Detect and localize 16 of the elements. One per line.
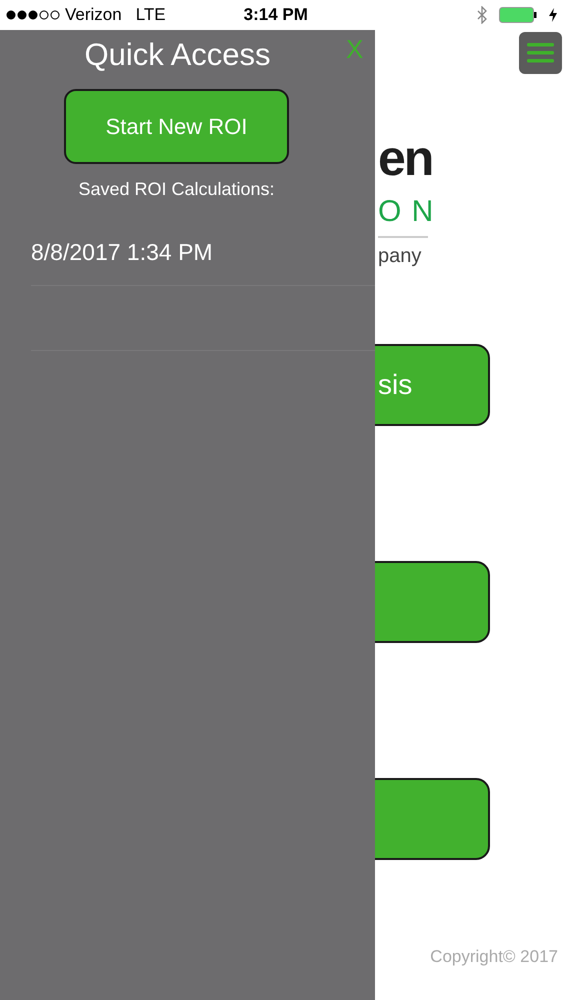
status-time: 3:14 PM — [244, 4, 308, 26]
section-label: Saved ROI Calculations: — [78, 178, 275, 200]
logo-text: en — [378, 130, 432, 186]
logo-text: O N — [378, 194, 434, 230]
saved-calculation-item[interactable]: 8/8/2017 1:34 PM — [31, 235, 213, 270]
battery-icon — [499, 7, 537, 23]
copyright-text: Copyright© 2017 — [430, 946, 558, 968]
charging-icon — [549, 8, 557, 22]
carrier-name: Verizon — [65, 4, 122, 26]
network-type: LTE — [136, 4, 166, 26]
close-button[interactable]: X — [346, 30, 364, 69]
start-new-button[interactable]: Start New ROI — [64, 88, 289, 164]
bluetooth-icon — [477, 6, 487, 24]
menu-icon — [527, 43, 554, 63]
drawer-title: Quick Access — [84, 36, 271, 74]
logo-text: pany — [378, 244, 422, 268]
